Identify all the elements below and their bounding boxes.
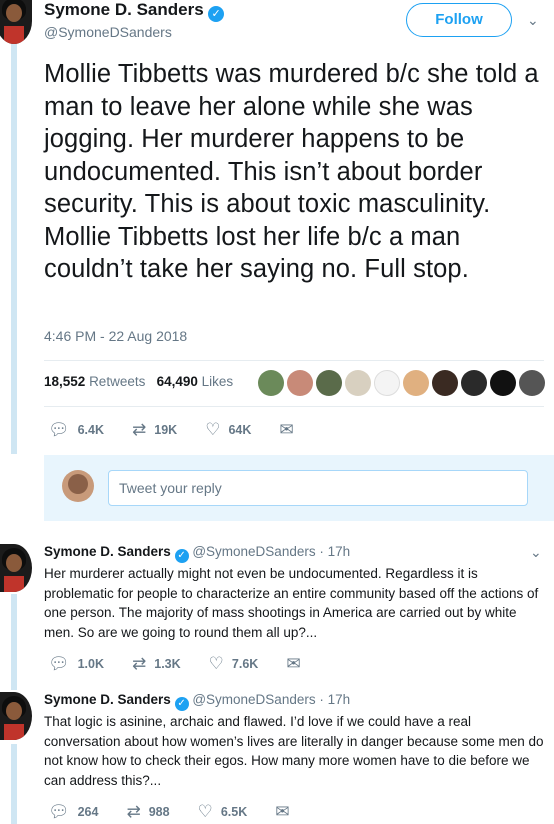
reply-author-name[interactable]: Symone D. Sanders (44, 544, 171, 559)
like-icon: ♡ (197, 802, 213, 821)
retweet-count: 988 (148, 805, 170, 819)
verified-icon: ✓ (174, 549, 189, 563)
liker-avatar[interactable] (432, 370, 458, 396)
reply-count: 6.4K (77, 423, 104, 437)
reply-header: Symone D. Sanders ✓ @SymoneDSanders · 17… (44, 544, 350, 563)
current-user-avatar (62, 470, 94, 502)
liker-avatar[interactable] (287, 370, 313, 396)
reply-actions: 💬︎ 1.0K ⇄ 1.3K ♡ 7.6K ✉ (48, 654, 337, 674)
retweet-count: 1.3K (154, 657, 181, 671)
message-icon: ✉ (286, 654, 301, 673)
likes-label[interactable]: Likes (202, 374, 234, 389)
liker-avatar[interactable] (403, 370, 429, 396)
liker-avatar[interactable] (519, 370, 545, 396)
reply-actions: 💬︎ 264 ⇄ 988 ♡ 6.5K ✉ (48, 802, 325, 822)
like-count: 64K (228, 423, 252, 437)
retweets-count[interactable]: 18,552 (44, 374, 85, 389)
author-header: Symone D. Sanders ✓ (44, 0, 225, 22)
likes-count[interactable]: 64,490 (157, 374, 198, 389)
reply-author-avatar[interactable] (0, 544, 32, 592)
reply-input[interactable]: Tweet your reply (108, 470, 528, 506)
reply-author-name[interactable]: Symone D. Sanders (44, 692, 171, 707)
like-icon: ♡ (205, 420, 221, 439)
follow-button[interactable]: Follow (406, 3, 512, 37)
retweet-icon: ⇄ (132, 420, 147, 439)
retweet-count: 19K (154, 423, 178, 437)
reply-author-handle[interactable]: @SymoneDSanders · 17h (192, 544, 350, 559)
author-name[interactable]: Symone D. Sanders (44, 0, 204, 19)
reply-icon: 💬︎ (48, 654, 70, 673)
reply-icon: 💬︎ (48, 420, 70, 439)
like-button[interactable]: ♡ 6.5K (198, 802, 248, 822)
like-button[interactable]: ♡ 64K (205, 420, 251, 440)
liker-avatar[interactable] (490, 370, 516, 396)
like-icon: ♡ (208, 654, 224, 673)
retweet-icon: ⇄ (132, 654, 147, 673)
author-avatar[interactable] (0, 0, 32, 44)
reply-count: 264 (77, 805, 99, 819)
reply-author-avatar[interactable] (0, 692, 32, 740)
likers-avatars (258, 370, 545, 396)
verified-icon: ✓ (208, 6, 225, 22)
like-count: 7.6K (231, 657, 259, 671)
liker-avatar[interactable] (461, 370, 487, 396)
retweet-icon: ⇄ (126, 802, 141, 821)
reply-icon: 💬︎ (48, 802, 70, 821)
reply-author-handle[interactable]: @SymoneDSanders · 17h (192, 692, 350, 707)
retweets-label[interactable]: Retweets (89, 374, 145, 389)
tweet-text: Mollie Tibbetts was murdered b/c she tol… (44, 60, 539, 283)
message-icon: ✉ (275, 802, 290, 821)
like-count: 6.5K (220, 805, 248, 819)
liker-avatar[interactable] (258, 370, 284, 396)
retweet-button[interactable]: ⇄ 19K (132, 420, 177, 440)
liker-avatar[interactable] (345, 370, 371, 396)
reply-button[interactable]: 💬︎ 1.0K (48, 654, 104, 674)
message-icon: ✉ (279, 420, 294, 439)
thread-line-bottom (11, 744, 17, 824)
verified-icon: ✓ (174, 697, 189, 711)
retweet-button[interactable]: ⇄ 988 (126, 802, 169, 822)
chevron-down-icon[interactable]: ⌄ (527, 12, 539, 29)
tweet-stats: 18,552 Retweets 64,490 Likes (44, 374, 233, 389)
thread-line-middle (11, 594, 17, 690)
chevron-down-icon[interactable]: ⌄ (530, 544, 542, 561)
reply-count: 1.0K (77, 657, 104, 671)
reply-button[interactable]: 💬︎ 264 (48, 802, 98, 822)
tweet-actions: 💬︎ 6.4K ⇄ 19K ♡ 64K ✉ (48, 420, 330, 440)
tweet-timestamp[interactable]: 4:46 PM - 22 Aug 2018 (44, 328, 187, 344)
message-button[interactable]: ✉ (286, 654, 308, 674)
reply-text: Her murderer actually might not even be … (44, 566, 539, 640)
divider (44, 360, 544, 361)
liker-avatar[interactable] (374, 370, 400, 396)
message-button[interactable]: ✉ (279, 420, 301, 440)
retweet-button[interactable]: ⇄ 1.3K (132, 654, 181, 674)
reply-header: Symone D. Sanders ✓ @SymoneDSanders · 17… (44, 692, 350, 711)
reply-text: That logic is asinine, archaic and flawe… (44, 714, 544, 788)
message-button[interactable]: ✉ (275, 802, 297, 822)
like-button[interactable]: ♡ 7.6K (209, 654, 259, 674)
divider (44, 406, 544, 407)
author-handle[interactable]: @SymoneDSanders (44, 24, 172, 40)
thread-line-top (11, 44, 17, 454)
liker-avatar[interactable] (316, 370, 342, 396)
reply-button[interactable]: 💬︎ 6.4K (48, 420, 104, 440)
